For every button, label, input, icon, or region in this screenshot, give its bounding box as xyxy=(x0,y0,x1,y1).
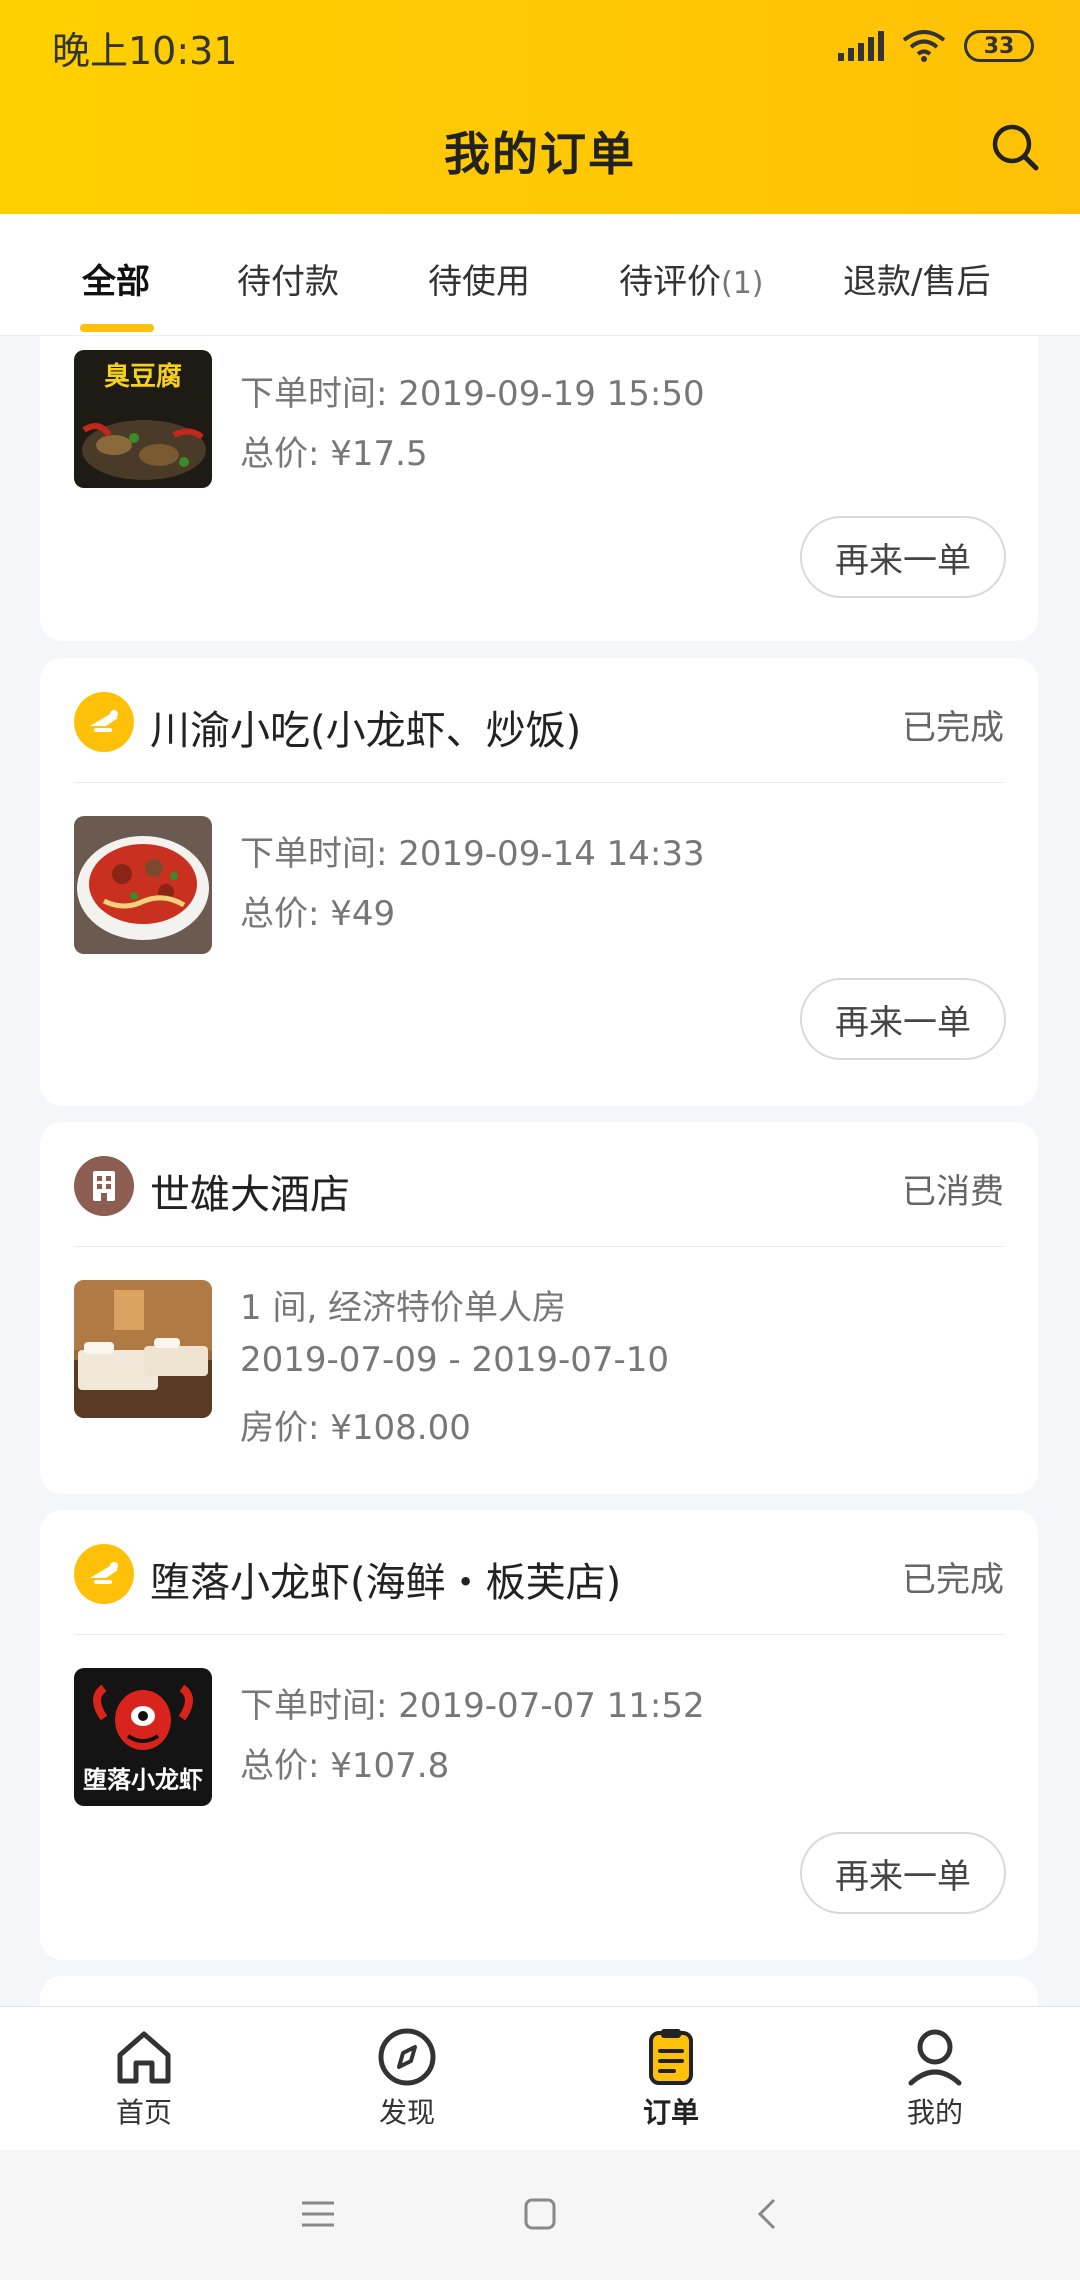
nav-home[interactable]: 首页 xyxy=(74,2025,214,2131)
order-card[interactable]: 川渝小吃(小龙虾、炒饭) 已完成 下单时间: 2019-09-14 14:33 … xyxy=(40,658,1038,1106)
page-title: 我的订单 xyxy=(444,127,636,181)
order-card[interactable]: 世雄大酒店 已消费 1 间, 经济特价单人房 2019-07-09 - 2019… xyxy=(40,1122,1038,1494)
order-time: 下单时间: 2019-07-07 11:52 xyxy=(240,1686,705,1726)
status-icons: 33 xyxy=(838,26,1034,66)
nav-profile[interactable]: 我的 xyxy=(865,2025,1005,2131)
order-icon xyxy=(649,2029,693,2085)
order-total: 总价: ¥107.8 xyxy=(240,1746,450,1786)
wifi-icon xyxy=(902,30,946,62)
header: 晚上10:31 33 我的订单 xyxy=(0,0,1080,214)
user-icon xyxy=(908,2029,962,2086)
order-status: 已完成 xyxy=(902,708,1004,748)
nav-label: 首页 xyxy=(115,2096,172,2129)
tab-label: 全部 xyxy=(82,262,150,302)
home-icon xyxy=(117,2031,171,2084)
order-card[interactable]: 堕落小龙虾(海鲜・板芙店) 已完成 堕落小龙虾 下单时间: 2019-07-07… xyxy=(40,1510,1038,1960)
order-tabs: 全部 待付款 待使用 待评价(1) 退款/售后 xyxy=(0,214,1080,336)
hotel-icon xyxy=(74,1156,134,1216)
shop-name[interactable]: 世雄大酒店 xyxy=(150,1162,350,1220)
order-card[interactable] xyxy=(40,1976,1038,2006)
order-total: 总价: ¥49 xyxy=(240,894,396,934)
shop-name[interactable]: 堕落小龙虾(海鲜・板芙店) xyxy=(150,1550,621,1608)
menu-icon[interactable] xyxy=(298,2194,338,2234)
shop-name[interactable]: 川渝小吃(小龙虾、炒饭) xyxy=(150,698,581,756)
order-status: 已完成 xyxy=(902,1560,1004,1600)
search-button[interactable] xyxy=(986,118,1044,176)
room-info: 1 间, 经济特价单人房 xyxy=(240,1288,567,1328)
stay-dates: 2019-07-09 - 2019-07-10 xyxy=(240,1340,670,1380)
card-header: 世雄大酒店 已消费 xyxy=(74,1156,1004,1218)
order-thumbnail: 臭豆腐 xyxy=(74,350,212,488)
divider xyxy=(74,1634,1004,1635)
tab-count: (1) xyxy=(721,266,764,301)
tab-pending-payment[interactable]: 待付款 xyxy=(237,254,339,303)
compass-icon xyxy=(378,2028,436,2086)
thumbnail-text: 臭豆腐 xyxy=(103,362,182,392)
tab-label: 待使用 xyxy=(428,262,530,302)
card-header: 川渝小吃(小龙虾、炒饭) 已完成 xyxy=(74,692,1004,754)
tab-label: 待评价 xyxy=(619,262,721,302)
order-thumbnail xyxy=(74,1280,212,1418)
order-total: 总价: ¥17.5 xyxy=(240,434,428,474)
nav-label: 我的 xyxy=(906,2096,963,2129)
reorder-button[interactable]: 再来一单 xyxy=(800,978,1006,1060)
order-thumbnail: 堕落小龙虾 xyxy=(74,1668,212,1806)
tab-refund[interactable]: 退款/售后 xyxy=(843,254,990,303)
search-icon xyxy=(992,124,1039,171)
nav-orders[interactable]: 订单 xyxy=(601,2025,741,2131)
nav-label: 订单 xyxy=(642,2096,699,2129)
order-thumbnail xyxy=(74,816,212,954)
nav-discover[interactable]: 发现 xyxy=(337,2025,477,2131)
reorder-button[interactable]: 再来一单 xyxy=(800,516,1006,598)
order-time: 下单时间: 2019-09-14 14:33 xyxy=(240,834,705,874)
reorder-button[interactable]: 再来一单 xyxy=(800,1832,1006,1914)
status-time: 晚上10:31 xyxy=(52,29,238,73)
bottom-nav: 首页 发现 订单 我的 xyxy=(0,2006,1080,2150)
order-card[interactable]: 臭豆腐 下单时间: 2019-09-19 15:50 总价: ¥17.5 再来一… xyxy=(40,336,1038,641)
card-header: 堕落小龙虾(海鲜・板芙店) 已完成 xyxy=(74,1544,1004,1606)
food-delivery-icon xyxy=(74,692,134,752)
divider xyxy=(74,1246,1004,1247)
order-time: 下单时间: 2019-09-19 15:50 xyxy=(240,374,705,414)
room-price: 房价: ¥108.00 xyxy=(240,1408,471,1448)
thumbnail-text: 堕落小龙虾 xyxy=(83,1766,203,1794)
active-tab-indicator xyxy=(80,324,154,332)
tab-label: 待付款 xyxy=(237,262,339,302)
tab-all[interactable]: 全部 xyxy=(82,254,150,303)
tab-pending-use[interactable]: 待使用 xyxy=(428,254,530,303)
system-nav-bar xyxy=(0,2150,1080,2280)
nav-label: 发现 xyxy=(378,2096,435,2129)
order-status: 已消费 xyxy=(902,1172,1004,1212)
back-icon[interactable] xyxy=(748,2194,788,2234)
home-square-icon[interactable] xyxy=(520,2194,560,2234)
order-list[interactable]: 臭豆腐 下单时间: 2019-09-19 15:50 总价: ¥17.5 再来一… xyxy=(0,336,1080,2006)
status-bar: 晚上10:31 33 xyxy=(0,0,1080,92)
battery-icon: 33 xyxy=(964,30,1034,62)
tab-pending-review[interactable]: 待评价(1) xyxy=(619,254,764,303)
food-delivery-icon xyxy=(74,1544,134,1604)
signal-icon xyxy=(838,31,884,61)
tab-label: 退款/售后 xyxy=(843,262,991,302)
divider xyxy=(74,782,1004,783)
